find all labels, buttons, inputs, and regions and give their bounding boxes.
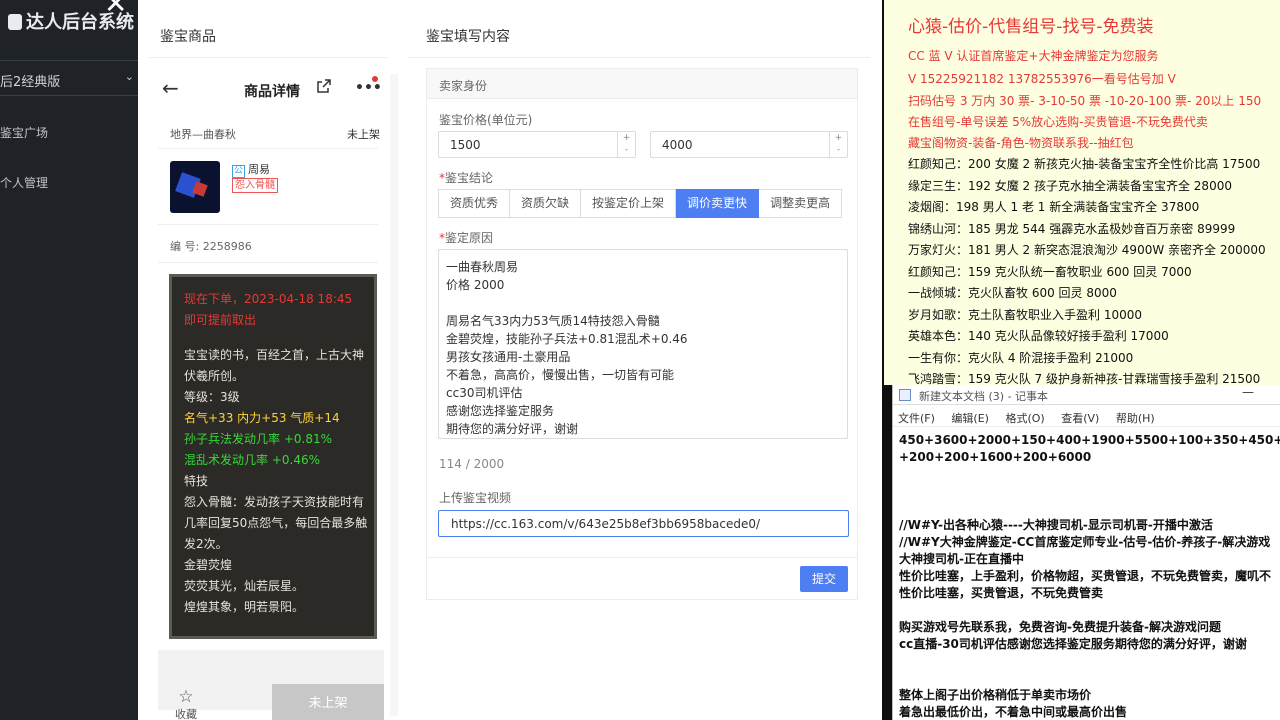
video-label: 上传鉴宝视频 <box>439 491 512 505</box>
ad-listing-item: 锦绣山河：185 男龙 544 强霹克水孟极妙音百万亲密 89999 <box>908 221 1236 236</box>
minimize-icon[interactable]: — <box>1242 385 1254 399</box>
page-title: 商品详情 <box>244 84 300 100</box>
ad-title: 心猿-估价-代售组号-找号-免费装 <box>908 17 1154 37</box>
menu-view[interactable]: 查看(V) <box>1061 412 1099 425</box>
listing-status: 未上架 <box>347 128 380 141</box>
user-icon <box>8 14 22 30</box>
unlisted-button[interactable]: 未上架 <box>272 684 384 720</box>
scrollbar[interactable] <box>390 74 398 716</box>
video-url-input[interactable]: https://cc.163.com/v/643e25b8ef3bb6958ba… <box>438 510 849 537</box>
item-thumbnail <box>170 161 220 213</box>
sidebar: 达人后台系统 后2经典版 ⌄ 鉴宝广场 个人管理 <box>0 0 138 720</box>
back-arrow-icon[interactable]: ← <box>162 76 179 100</box>
close-icon[interactable]: ✕ <box>104 0 134 20</box>
version-selector[interactable]: 后2经典版 ⌄ <box>0 60 138 96</box>
price-label: 鉴宝价格(单位元) <box>439 113 533 127</box>
conclusion-options: 资质优秀 资质欠缺 按鉴定价上架 调价卖更快 调整卖更高 <box>438 189 843 218</box>
ad-listing-item: 万家灯火：181 男人 2 新突态混浪淘沙 4900W 亲密齐全 200000 <box>908 243 1266 257</box>
form-section-header: 卖家身份 <box>427 69 857 99</box>
appraisal-form: 卖家身份 鉴宝价格(单位元) 1500 + - 4000 + - *鉴宝结论 资质优秀 … <box>426 68 858 600</box>
seller-server: 地界—曲春秋 <box>170 128 236 141</box>
item-name: 周易 <box>248 163 270 176</box>
more-icon[interactable]: ••• <box>355 80 382 96</box>
notepad-icon <box>899 389 911 401</box>
favorite-button[interactable]: ☆ 收藏 <box>164 688 208 720</box>
product-preview: ← 商品详情 ••• 地界—曲春秋 未上架 公周易 怨入骨髓 编 号: 22589… <box>148 60 388 720</box>
option-adjust-faster[interactable]: 调价卖更快 <box>676 189 760 218</box>
option-excellent[interactable]: 资质优秀 <box>438 189 511 218</box>
menu-file[interactable]: 文件(F) <box>898 412 935 425</box>
nav-item-personal[interactable]: 个人管理 <box>0 174 48 191</box>
price-max-input[interactable]: 4000 + - <box>650 131 848 158</box>
right-panel-title: 鉴宝填写内容 <box>426 29 510 45</box>
stepper-icon[interactable]: + - <box>617 132 635 157</box>
reason-label: *鉴定原因 <box>439 231 494 245</box>
item-detail-card: 现在下单，2023-04-18 18:45 即可提前取出 宝宝读的书，百经之首，… <box>169 274 377 639</box>
ad-listing-item: 缘定三生：192 女魔 2 孩子克水抽全满装备宝宝齐全 28000 <box>908 178 1232 193</box>
price-min-input[interactable]: 1500 + - <box>438 131 636 158</box>
ad-red-line: 藏宝阁物资-装备-角色-物资联系我--抽红包 <box>908 136 1134 150</box>
conclusion-label: *鉴宝结论 <box>439 171 494 185</box>
star-icon: ☆ <box>178 687 194 707</box>
item-type-icon: 公 <box>232 165 245 178</box>
stepper-icon[interactable]: + - <box>829 132 847 157</box>
submit-button[interactable]: 提交 <box>800 566 848 592</box>
ad-red-line: CC 蓝 V 认证首席鉴定+大神金牌鉴定为您服务 <box>908 49 1159 63</box>
ad-listing-item: 岁月如歌：克土队畜牧职业入手盈利 10000 <box>908 307 1142 322</box>
notification-dot <box>372 76 378 82</box>
ad-listing-item: 红颜知己：200 女魔 2 新孩克火抽-装备宝宝齐全性价比高 17500 <box>908 157 1261 171</box>
reason-textarea[interactable]: 一曲春秋周易 价格 2000 周易名气33内力53气质14特技怨入骨髓 金碧荧煌… <box>438 249 848 439</box>
appraisal-modal: 鉴宝商品 鉴宝填写内容 ← 商品详情 ••• 地界—曲春秋 未上架 公周易 怨入骨… <box>138 0 882 720</box>
option-list-at-price[interactable]: 按鉴定价上架 <box>581 189 677 218</box>
ad-listing-item: 一战倾城：克火队畜牧 600 回灵 8000 <box>908 286 1117 300</box>
char-count: 114 / 2000 <box>439 457 505 471</box>
ad-red-line: V 15225921182 13782553976一看号估号加 V <box>908 72 1176 86</box>
item-tag: 怨入骨髓 <box>232 178 278 193</box>
ad-red-line: 扫码估号 3 万内 30 票- 3-10-50 票 -10-20-100 票- … <box>908 94 1262 108</box>
ad-listing-item: 一生有你：克火队 4 阶混接手盈利 21000 <box>908 350 1134 365</box>
menu-bar: 文件(F) 编辑(E) 格式(O) 查看(V) 帮助(H) <box>893 405 1280 427</box>
menu-format[interactable]: 格式(O) <box>1005 412 1044 425</box>
notepad-text-area[interactable]: 450+3600+2000+150+400+1900+5500+100+350+… <box>893 427 1280 720</box>
stream-overlay-ad: 心猿-估价-代售组号-找号-免费装 CC 蓝 V 认证首席鉴定+大神金牌鉴定为您… <box>884 0 1280 386</box>
ad-red-line: 在售组号-单号误差 5%放心选购-买贵管退-不玩免费代卖 <box>908 115 1208 129</box>
notepad-title: 新建文本文档 (3) - 记事本 <box>919 390 1049 403</box>
nav-item-plaza[interactable]: 鉴宝广场 <box>0 124 48 141</box>
option-lacking[interactable]: 资质欠缺 <box>510 189 582 218</box>
option-adjust-higher[interactable]: 调整卖更高 <box>759 189 843 218</box>
ad-listing-item: 红颜知己：159 克火队统一畜牧职业 600 回灵 7000 <box>908 264 1192 279</box>
ad-listing-item: 凌烟阁：198 男人 1 老 1 新全满装备宝宝齐全 37800 <box>908 200 1200 214</box>
item-code: 编 号: 2258986 <box>170 240 252 253</box>
share-icon[interactable] <box>316 78 332 94</box>
menu-edit[interactable]: 编辑(E) <box>951 412 989 425</box>
chevron-down-icon: ⌄ <box>124 70 134 83</box>
left-panel-title: 鉴宝商品 <box>160 29 216 45</box>
ad-listing-item: 英雄本色：140 克火队品像较好接手盈利 17000 <box>908 329 1169 343</box>
menu-help[interactable]: 帮助(H) <box>1116 412 1155 425</box>
notepad-window: 新建文本文档 (3) - 记事本 — 文件(F) 编辑(E) 格式(O) 查看(V… <box>892 385 1280 720</box>
